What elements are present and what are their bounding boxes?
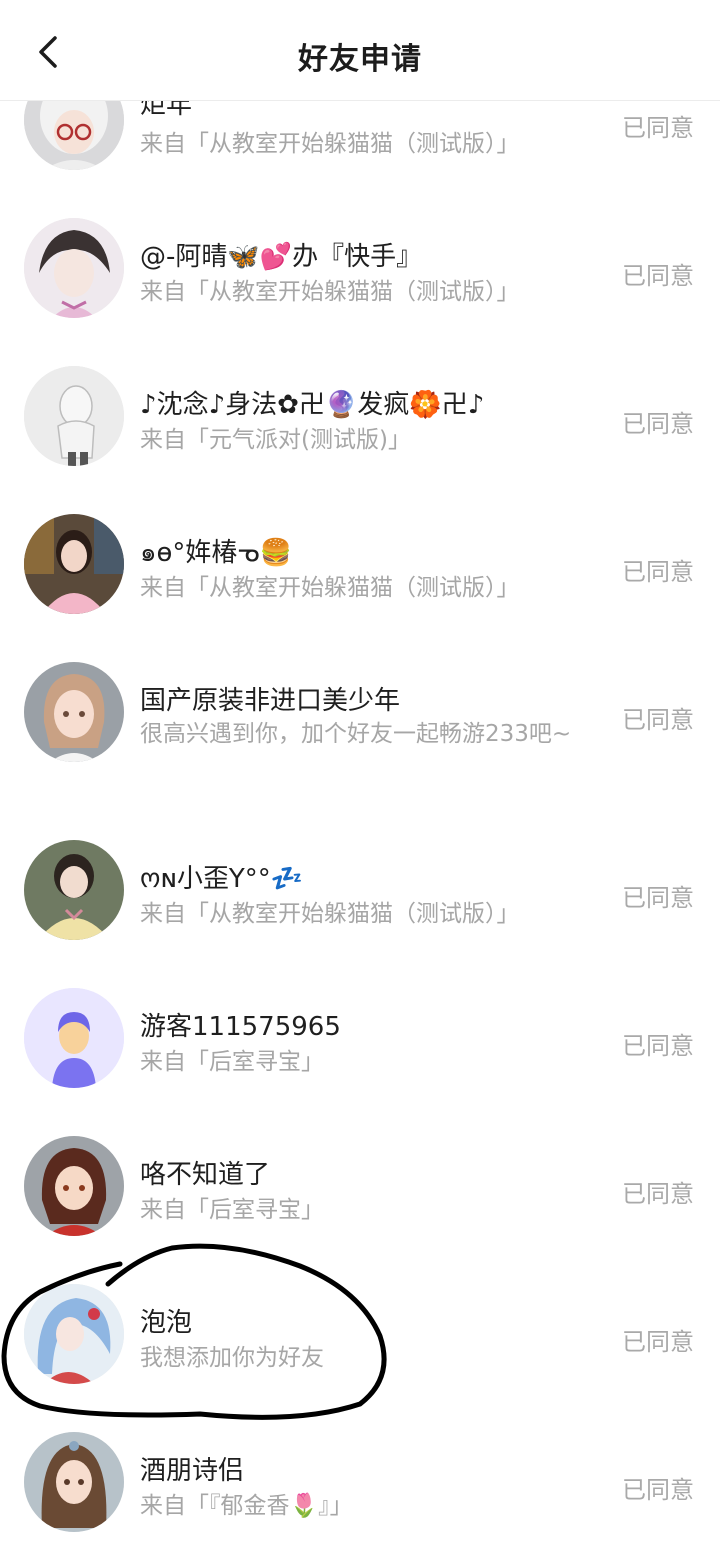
requester-name: 泡泡 [140,1308,193,1338]
status-label: 已同意 [622,1032,694,1060]
request-source: 来自「从教室开始躲猫猫（测试版）」 [140,279,520,305]
list-item[interactable]: 游客111575965 来自「后室寻宝」 已同意 [0,970,720,1118]
list-item[interactable]: ๑ɵ°姩椿ᓀ🍔 来自「从教室开始躲猫猫（测试版）」 已同意 [0,496,720,644]
requester-name: 咯不知道了 [140,1160,271,1190]
request-source: 来自「后室寻宝」 [140,1049,324,1075]
avatar[interactable] [24,1432,124,1532]
avatar[interactable] [24,366,124,466]
list-item[interactable]: 国产原装非进口美少年 很高兴遇到你，加个好友一起畅游233吧~ 已同意 [0,644,720,820]
status-label: 已同意 [622,558,694,586]
avatar[interactable] [24,514,124,614]
list-item[interactable]: 泡泡 我想添加你为好友 已同意 [0,1266,720,1414]
list-item[interactable]: @-阿晴🦋💕办『快手』 来自「从教室开始躲猫猫（测试版）」 已同意 [0,200,720,348]
status-label: 已同意 [622,1476,694,1504]
top-bar: 好友申请 [0,0,720,101]
request-message: 很高兴遇到你，加个好友一起畅游233吧~ [140,721,572,747]
list-item[interactable]: ♪沈念♪身法✿卍🔮发疯🏵️卍♪ 来自「元气派对(测试版)」 已同意 [0,348,720,496]
request-source: 来自「从教室开始躲猫猫（测试版）」 [140,131,520,157]
list-item[interactable]: 酒朋诗侣 来自「『郁金香🌷』」 已同意 [0,1414,720,1557]
request-source: 来自「元气派对(测试版)」 [140,427,411,453]
avatar[interactable] [24,988,124,1088]
status-label: 已同意 [622,884,694,912]
request-source: 来自「后室寻宝」 [140,1197,324,1223]
list-item[interactable]: 咯不知道了 来自「后室寻宝」 已同意 [0,1118,720,1266]
status-label: 已同意 [622,1328,694,1356]
page-title: 好友申请 [298,42,422,77]
status-label: 已同意 [622,114,694,142]
status-label: 已同意 [622,410,694,438]
requester-name: 国产原装非进口美少年 [140,686,401,716]
avatar[interactable] [24,1136,124,1236]
request-source: 来自「从教室开始躲猫猫（测试版）」 [140,901,520,927]
request-source: 来自「『郁金香🌷』」 [140,1493,353,1519]
request-message: 我想添加你为好友 [140,1345,324,1371]
status-label: 已同意 [622,706,694,734]
requester-name: @-阿晴🦋💕办『快手』 [140,242,423,272]
avatar[interactable] [24,1284,124,1384]
list-item[interactable]: ოɴ小歪Y°°💤 来自「从教室开始躲猫猫（测试版）」 已同意 [0,822,720,970]
request-source: 来自「从教室开始躲猫猫（测试版）」 [140,575,520,601]
requester-name: ๑ɵ°姩椿ᓀ🍔 [140,538,292,568]
requester-name: 酒朋诗侣 [140,1456,245,1486]
requester-name: ♪沈念♪身法✿卍🔮发疯🏵️卍♪ [140,390,485,420]
avatar[interactable] [24,662,124,762]
avatar[interactable] [24,218,124,318]
status-label: 已同意 [622,262,694,290]
avatar[interactable] [24,840,124,940]
friend-request-list: 炬年 来自「从教室开始躲猫猫（测试版）」 已同意 @-阿晴🦋💕办『快手』 来自「… [0,0,720,1557]
requester-name: 游客111575965 [140,1012,341,1042]
status-label: 已同意 [622,1180,694,1208]
requester-name: ოɴ小歪Y°°💤 [140,864,304,894]
